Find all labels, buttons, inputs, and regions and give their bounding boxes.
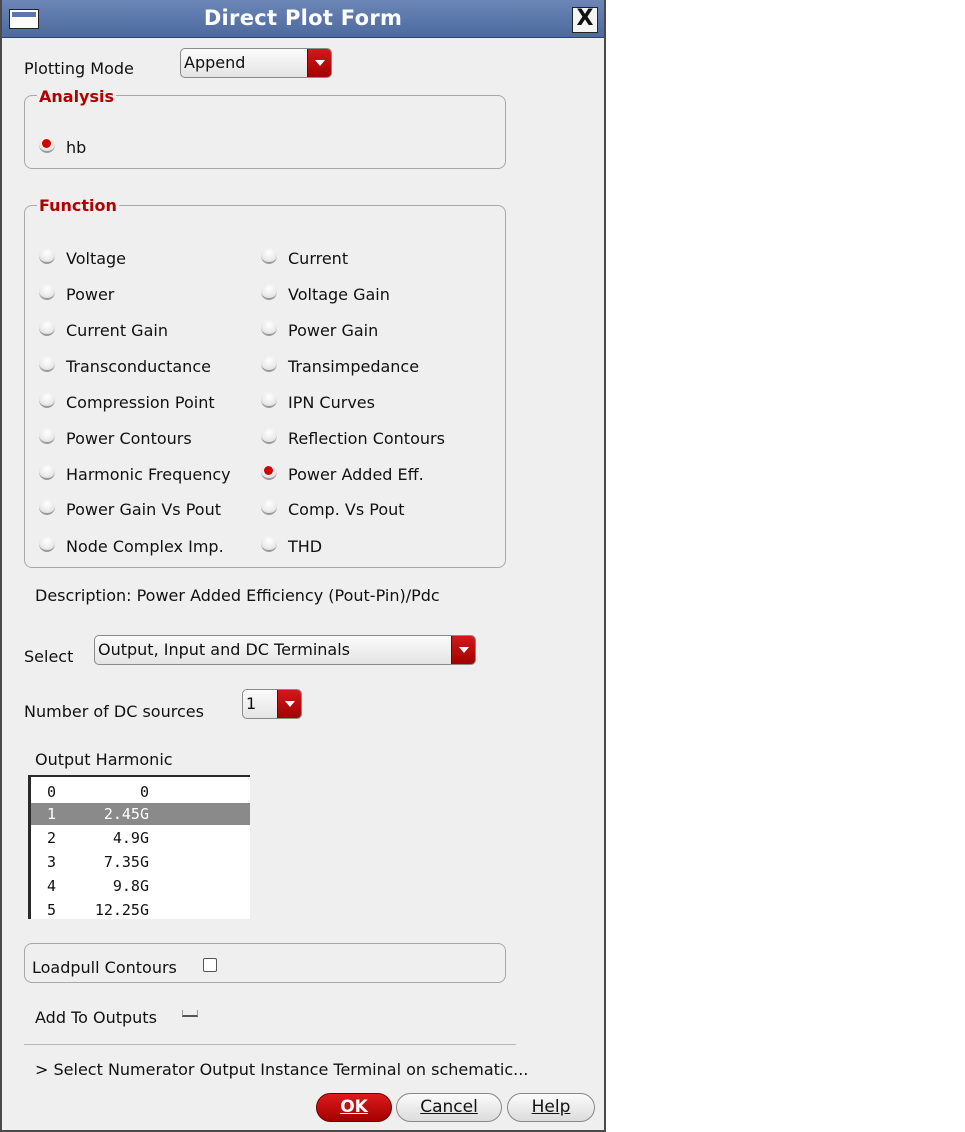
- function-radio-power-gain-vs-pout[interactable]: [39, 499, 55, 515]
- dc-sources-value: 1: [246, 694, 257, 713]
- harmonic-frequency: 7.35G: [103, 853, 149, 871]
- function-label-power: Power: [66, 285, 115, 304]
- output-harmonic-label: Output Harmonic: [35, 750, 173, 769]
- harmonic-index: 4: [47, 877, 57, 895]
- status-message: > Select Numerator Output Instance Termi…: [35, 1060, 529, 1079]
- function-label-power-gain-vs-pout: Power Gain Vs Pout: [66, 500, 221, 519]
- divider: [24, 1044, 516, 1045]
- chevron-down-icon[interactable]: [277, 690, 301, 718]
- dc-sources-dropdown[interactable]: 1: [242, 689, 302, 719]
- function-label-thd: THD: [288, 537, 323, 556]
- function-label-power-added-eff: Power Added Eff.: [288, 465, 424, 484]
- add-to-outputs-label: Add To Outputs: [35, 1008, 157, 1027]
- function-label-ipn-curves: IPN Curves: [288, 393, 375, 412]
- window-title: Direct Plot Form: [203, 6, 403, 30]
- list-item[interactable]: 4 9.8G: [31, 875, 250, 897]
- plotting-mode-dropdown[interactable]: Append: [180, 48, 332, 78]
- function-label-reflection-contours: Reflection Contours: [288, 429, 445, 448]
- output-harmonic-list[interactable]: 0 0 1 2.45G 2 4.9G 3 7.35G 4 9.8G 5 12.2…: [28, 775, 250, 919]
- function-radio-voltage[interactable]: [39, 248, 55, 264]
- analysis-hb-radio[interactable]: [39, 137, 55, 153]
- analysis-hb-label: hb: [66, 138, 87, 157]
- harmonic-index: 3: [47, 853, 57, 871]
- harmonic-index: 2: [47, 829, 57, 847]
- select-terminals-dropdown[interactable]: Output, Input and DC Terminals: [94, 635, 476, 665]
- function-title: Function: [37, 196, 119, 215]
- function-radio-transconductance[interactable]: [39, 356, 55, 372]
- list-item[interactable]: 3 7.35G: [31, 851, 250, 873]
- function-label-node-complex-imp: Node Complex Imp.: [66, 537, 224, 556]
- function-radio-power[interactable]: [39, 284, 55, 300]
- list-item[interactable]: 5 12.25G: [31, 899, 250, 921]
- close-icon[interactable]: X: [572, 7, 598, 33]
- harmonic-frequency: 4.9G: [112, 829, 149, 847]
- select-label: Select: [24, 647, 74, 666]
- function-radio-node-complex-imp[interactable]: [39, 536, 55, 552]
- plotting-mode-label: Plotting Mode: [24, 59, 134, 78]
- function-radio-voltage-gain[interactable]: [261, 284, 277, 300]
- function-label-harmonic-frequency: Harmonic Frequency: [66, 465, 231, 484]
- harmonic-index: 0: [47, 783, 57, 801]
- analysis-group: [24, 95, 506, 169]
- function-label-transconductance: Transconductance: [66, 357, 211, 376]
- function-label-compression-point: Compression Point: [66, 393, 215, 412]
- help-button[interactable]: Help: [507, 1093, 595, 1122]
- function-radio-reflection-contours[interactable]: [261, 428, 277, 444]
- harmonic-index: 1: [47, 805, 57, 823]
- function-radio-power-contours[interactable]: [39, 428, 55, 444]
- chevron-down-icon[interactable]: [307, 49, 331, 77]
- function-label-current-gain: Current Gain: [66, 321, 168, 340]
- add-to-outputs-checkbox[interactable]: [182, 1010, 198, 1017]
- harmonic-frequency: 12.25G: [94, 901, 149, 919]
- function-radio-compression-point[interactable]: [39, 392, 55, 408]
- harmonic-frequency: 9.8G: [112, 877, 149, 895]
- list-item[interactable]: 0 0: [31, 781, 250, 803]
- select-terminals-value: Output, Input and DC Terminals: [98, 640, 350, 659]
- function-radio-power-added-eff[interactable]: [261, 464, 277, 480]
- function-label-transimpedance: Transimpedance: [288, 357, 420, 376]
- list-item-selected[interactable]: 1 2.45G: [31, 803, 250, 825]
- function-radio-thd[interactable]: [261, 536, 277, 552]
- loadpull-label: Loadpull Contours: [32, 958, 177, 977]
- harmonic-frequency: 2.45G: [103, 805, 149, 823]
- function-label-voltage: Voltage: [66, 249, 127, 268]
- chevron-down-icon[interactable]: [451, 636, 475, 664]
- loadpull-checkbox[interactable]: [203, 958, 217, 972]
- function-radio-power-gain[interactable]: [261, 320, 277, 336]
- function-label-voltage-gain: Voltage Gain: [288, 285, 390, 304]
- function-radio-current[interactable]: [261, 248, 277, 264]
- function-radio-transimpedance[interactable]: [261, 356, 277, 372]
- function-radio-harmonic-frequency[interactable]: [39, 464, 55, 480]
- function-radio-comp-vs-pout[interactable]: [261, 499, 277, 515]
- dc-sources-label: Number of DC sources: [24, 702, 204, 721]
- direct-plot-form-window: Direct Plot Form X Plotting Mode Append …: [0, 0, 606, 1132]
- function-radio-current-gain[interactable]: [39, 320, 55, 336]
- function-label-power-contours: Power Contours: [66, 429, 192, 448]
- description-text: Description: Power Added Efficiency (Pou…: [35, 586, 440, 605]
- harmonic-index: 5: [47, 901, 57, 919]
- function-label-comp-vs-pout: Comp. Vs Pout: [288, 500, 405, 519]
- function-label-current: Current: [288, 249, 349, 268]
- ok-button[interactable]: OK: [316, 1093, 392, 1122]
- cancel-button[interactable]: Cancel: [396, 1093, 502, 1122]
- harmonic-frequency: 0: [139, 783, 149, 801]
- function-radio-ipn-curves[interactable]: [261, 392, 277, 408]
- function-label-power-gain: Power Gain: [288, 321, 379, 340]
- analysis-title: Analysis: [37, 87, 117, 106]
- plotting-mode-value: Append: [184, 53, 246, 72]
- list-item[interactable]: 2 4.9G: [31, 827, 250, 849]
- title-bar[interactable]: Direct Plot Form X: [2, 0, 604, 38]
